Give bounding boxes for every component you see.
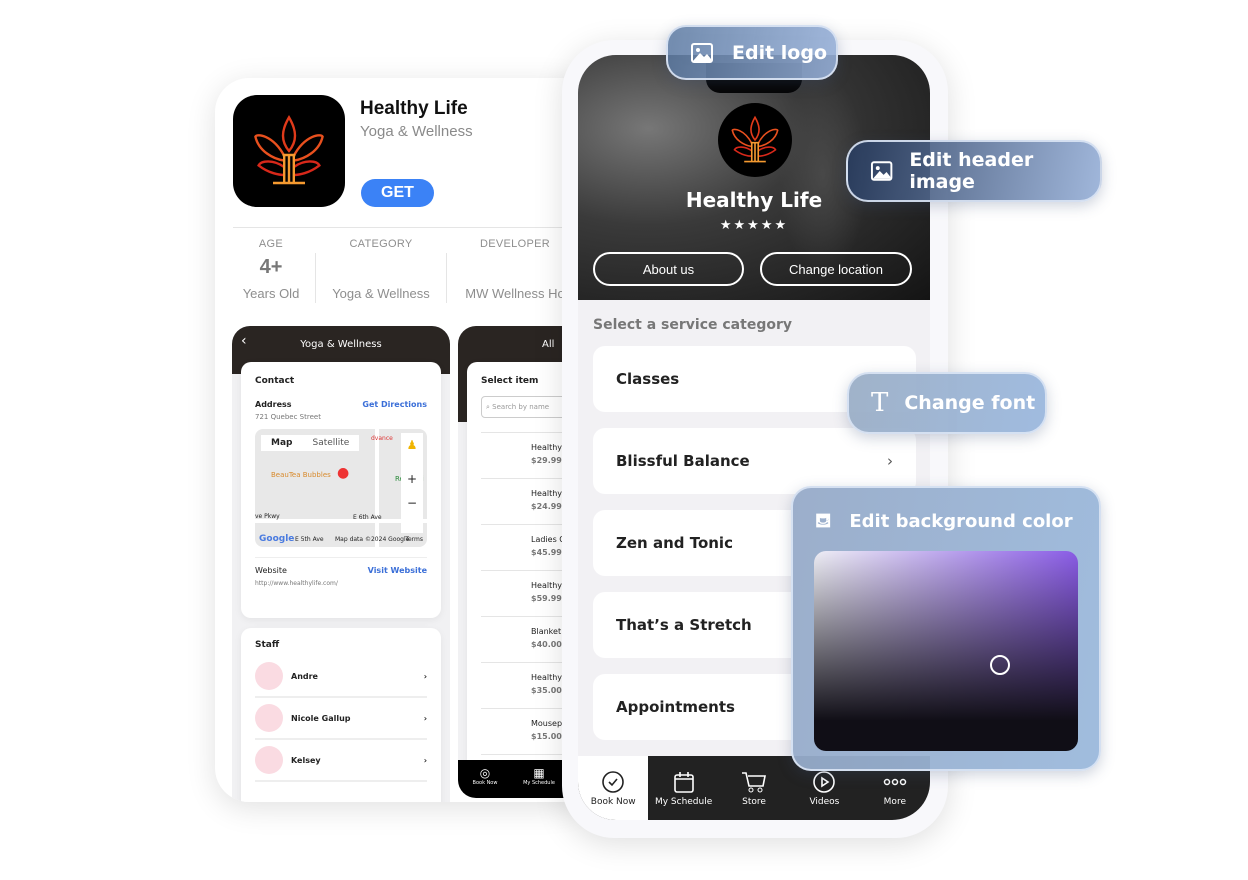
zoom-controls[interactable]: ♟ + − [401, 433, 423, 533]
edit-background-color-title: ⛾ Edit background color [793, 488, 1073, 535]
image-icon [690, 41, 714, 65]
website-label: Website [255, 566, 287, 575]
tab-book-now[interactable]: ◎ Book Now [458, 760, 512, 798]
app-icon [233, 95, 345, 207]
more-dots-icon [883, 778, 907, 785]
map-street: E 6th Ave [353, 514, 382, 521]
pegman-icon[interactable]: ♟ [401, 433, 423, 457]
edit-header-image-button[interactable]: Edit header image [846, 140, 1102, 202]
service-category-blissful-balance[interactable]: Blissful Balance › [593, 428, 916, 494]
avatar [255, 704, 283, 732]
staff-row[interactable]: Andre › [255, 656, 427, 698]
paint-bucket-icon: ⛾ [815, 508, 832, 532]
map-tab[interactable]: Map [261, 435, 302, 451]
check-circle-icon [602, 770, 625, 793]
satellite-tab[interactable]: Satellite [302, 435, 359, 451]
screenshot-title: All [542, 339, 555, 350]
section-title: Select a service category [593, 317, 792, 333]
play-circle-icon [813, 770, 836, 793]
address-label: Address [255, 400, 292, 409]
zoom-out-button[interactable]: − [401, 491, 423, 515]
contact-title: Contact [255, 376, 295, 386]
contact-card: Contact Address Get Directions 721 Quebec… [241, 362, 441, 618]
staff-title: Staff [255, 640, 280, 650]
edit-logo-button[interactable]: Edit logo [666, 25, 838, 80]
app-subtitle: Yoga & Wellness [360, 123, 473, 140]
change-location-button[interactable]: Change location [760, 252, 912, 286]
staff-row[interactable]: Kelsey › [255, 740, 427, 782]
stat-age: AGE 4+ Years Old [242, 238, 300, 301]
color-picker-area[interactable] [814, 551, 1078, 751]
tab-book-now[interactable]: Book Now [578, 756, 649, 820]
avatar [255, 662, 283, 690]
get-button[interactable]: GET [361, 179, 434, 207]
cart-icon [742, 771, 766, 792]
divider [446, 253, 447, 303]
chevron-right-icon: › [423, 671, 427, 681]
chevron-right-icon: › [887, 452, 893, 470]
image-icon [870, 159, 893, 183]
back-chevron-icon[interactable]: ‹ [241, 333, 247, 349]
map-poi: dvance [371, 435, 393, 442]
edit-background-color-panel: ⛾ Edit background color [791, 486, 1101, 771]
divider [315, 253, 316, 303]
map-pin-icon: ● [337, 465, 350, 481]
screenshot-contact: ‹ Yoga & Wellness Contact Address Get Dire… [232, 326, 450, 802]
chevron-right-icon: › [423, 713, 427, 723]
app-store-card: Healthy Life Yoga & Wellness GET AGE 4+ Ye… [215, 78, 595, 802]
staff-card: Staff Andre › Nicole Gallup › Kelsey › [241, 628, 441, 802]
website-url: http://www.healthylife.com/ [255, 580, 338, 587]
tab-store[interactable]: Store [719, 756, 789, 820]
rating-stars: ★★★★★ [719, 218, 789, 233]
map-credits: Map data ©2024 Google [335, 536, 410, 543]
zoom-in-button[interactable]: + [401, 467, 423, 491]
business-logo[interactable] [718, 103, 792, 177]
google-logo: Google [259, 534, 295, 544]
stat-developer: DEVELOPER MW Wellness Ho [465, 238, 565, 301]
address-text: 721 Quebec Street [255, 413, 321, 421]
text-font-icon: T [871, 388, 889, 418]
divider [233, 227, 578, 228]
get-directions-link[interactable]: Get Directions [362, 400, 427, 409]
map[interactable]: MapSatellite dvance BeauTea Bubbles ● Re… [255, 429, 427, 547]
map-street: E 5th Ave [295, 536, 324, 543]
tab-my-schedule[interactable]: My Schedule [648, 756, 718, 820]
tab-my-schedule[interactable]: ▦ My Schedule [512, 760, 566, 798]
visit-website-link[interactable]: Visit Website [368, 566, 427, 575]
avatar [255, 746, 283, 774]
map-street: ve Pkwy [255, 513, 280, 520]
lotus-logo-icon [728, 113, 782, 167]
map-place-label: BeauTea Bubbles [271, 471, 331, 479]
change-font-button[interactable]: T Change font [847, 372, 1047, 434]
stat-category: CATEGORY Yoga & Wellness [332, 238, 430, 301]
staff-row[interactable]: Nicole Gallup › [255, 698, 427, 740]
map-terms-link[interactable]: Terms [405, 536, 423, 543]
screenshot-title: Yoga & Wellness [300, 339, 382, 350]
lotus-logo-icon [249, 111, 329, 191]
color-picker-handle[interactable] [990, 655, 1010, 675]
map-type-toggle[interactable]: Map Satellite [261, 435, 360, 451]
calendar-icon [673, 771, 694, 793]
app-name: Healthy Life [360, 98, 468, 119]
about-us-button[interactable]: About us [593, 252, 744, 286]
chevron-right-icon: › [423, 755, 427, 765]
